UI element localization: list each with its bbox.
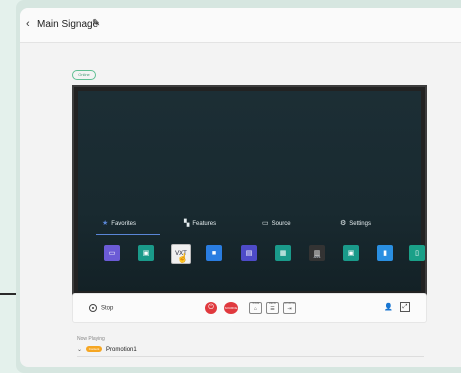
app-icon: ▭ [108, 250, 116, 257]
app-tile[interactable]: ▮ [377, 245, 393, 261]
expand-icon[interactable]: ⤢ [400, 302, 410, 312]
tab-underline [96, 234, 160, 235]
now-playing-row[interactable]: ⌄ Content Promotion1 [77, 346, 137, 353]
tab-favorites[interactable]: ★ Favorites [102, 219, 136, 227]
app-tile[interactable]: ▣ [343, 245, 359, 261]
tab-source[interactable]: ▭ Source [262, 219, 291, 227]
stop-icon [89, 304, 97, 312]
user-icon[interactable]: 👤 [384, 303, 393, 311]
now-playing-name: Promotion1 [106, 347, 137, 353]
app-icon: ■ [211, 249, 217, 257]
app-tile[interactable]: ▯ [409, 245, 425, 261]
tv-menu-tabs: ★ Favorites ▚ Features ▭ Source ⚙ Settings [78, 215, 421, 235]
app-tile[interactable]: ▤ [241, 245, 257, 261]
tv-preview: ★ Favorites ▚ Features ▭ Source ⚙ Settings ▭… [72, 85, 427, 297]
app-icon: ▤ [245, 250, 253, 257]
hand-cursor-icon: ☝ [177, 253, 189, 263]
app-tile[interactable]: ▦ [275, 245, 291, 261]
app-icon: ▮ [383, 250, 387, 257]
tv-app-row: ▭ ▣ VXT ■ ▤ ▦ ▥ APPS ▣ ▮ ▯ [78, 244, 425, 267]
star-icon: ★ [102, 220, 109, 227]
home-icon: ⌂ [253, 306, 258, 312]
tab-label: Source [271, 221, 291, 227]
source-icon: ⇥ [287, 306, 292, 312]
grid-icon: ▚ [184, 220, 190, 227]
status-badge: Online [72, 70, 96, 80]
tab-label: Features [192, 221, 217, 227]
tab-features[interactable]: ▚ Features [184, 219, 216, 227]
app-tile[interactable]: ▣ [138, 245, 154, 261]
tab-label: Favorites [111, 221, 136, 227]
app-label: APPS [313, 256, 321, 259]
power-icon[interactable]: ⏻ [205, 302, 217, 314]
page-title: Main Signage [37, 19, 99, 30]
chevron-left-icon[interactable]: ‹ [26, 18, 30, 30]
app-tile-apps[interactable]: ▥ APPS [309, 245, 325, 261]
tv-screen: ★ Favorites ▚ Features ▭ Source ⚙ Settings ▭… [78, 91, 425, 291]
content-tag: Content [86, 346, 103, 353]
now-playing-label: Now Playing [77, 336, 105, 342]
app-icon: ▣ [347, 250, 355, 257]
gear-icon: ⚙ [340, 220, 347, 227]
header-bar: ‹ Main Signage ✎ [20, 8, 461, 43]
source-button[interactable]: SOURCE ⇥ [283, 302, 296, 314]
left-edge-line [0, 293, 16, 295]
menu-icon: ☰ [270, 306, 275, 312]
stop-label: Stop [101, 305, 114, 312]
source-icon: ▭ [262, 220, 269, 227]
tab-settings[interactable]: ⚙ Settings [340, 219, 371, 227]
home-button[interactable]: HOME ⌂ [249, 302, 262, 314]
pencil-icon[interactable]: ✎ [92, 18, 100, 29]
divider [77, 356, 424, 357]
chevron-down-icon[interactable]: ⌄ [77, 347, 82, 353]
menu-label: MENU [268, 302, 277, 305]
stop-button[interactable]: Stop [89, 304, 113, 312]
source-label: SOURCE [284, 302, 295, 305]
app-tile[interactable]: ▭ [104, 245, 120, 261]
menu-button[interactable]: MENU ☰ [266, 302, 279, 314]
control-bar: Stop ⏻ SOURCE KEY HOME ⌂ MENU ☰ SOURCE ⇥ 👤 … [72, 293, 427, 323]
source-key-button[interactable]: SOURCE KEY [224, 302, 238, 322]
app-icon: ▯ [415, 250, 419, 257]
device-panel: ‹ Main Signage ✎ Online ★ Favorites ▚ Feat… [20, 8, 461, 367]
tab-label: Settings [349, 221, 371, 227]
home-label: HOME [251, 302, 260, 305]
app-tile[interactable]: ■ [206, 245, 222, 261]
app-icon: ▣ [142, 250, 150, 257]
app-icon: ▦ [279, 250, 287, 257]
